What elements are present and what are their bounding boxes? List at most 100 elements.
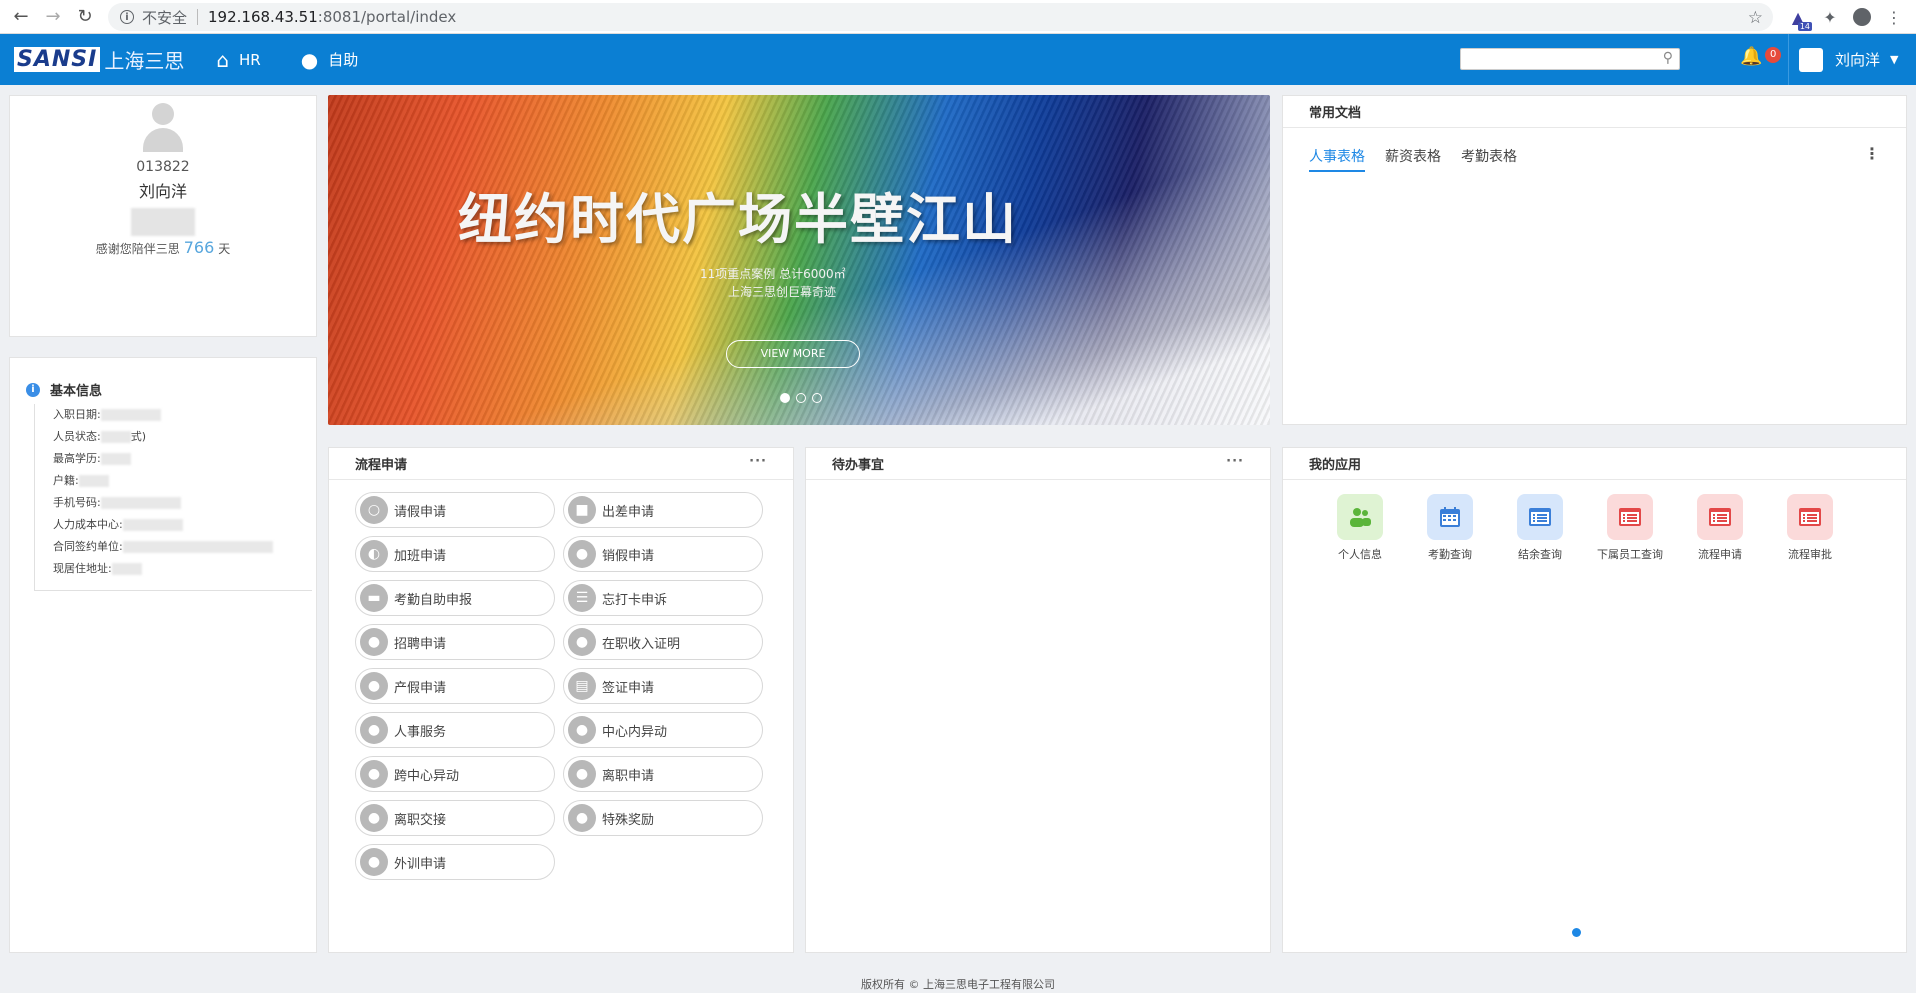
profile-icon[interactable] <box>1852 7 1872 27</box>
reload-icon[interactable]: ↻ <box>74 6 96 28</box>
employee-name: 刘向洋 <box>138 182 187 201</box>
process-card: 流程申请 ··· ○ 请假申请 ■ 出差申请 ◐ 加班申请 ● 销假申请 ▬ 考勤自助申报… <box>328 447 794 953</box>
carousel-dot[interactable] <box>796 393 806 403</box>
process-label: 考勤自助申报 <box>394 592 473 608</box>
process-visa[interactable]: ▤ 签证申请 <box>563 668 763 704</box>
avatar-placeholder-icon <box>140 103 186 153</box>
menu-kebab-icon[interactable]: ⋮ <box>1884 7 1904 27</box>
hero-banner[interactable]: 纽约时代广场半壁江山 11项重点案例 总计6000㎡ 上海三思创巨幕奇迹 VIE… <box>328 95 1270 425</box>
tenure-unit: 天 <box>218 242 231 256</box>
more-horizontal-icon[interactable]: ··· <box>749 454 767 469</box>
footer-copyright: 版权所有 © 上海三思电子工程有限公司 <box>861 978 1055 991</box>
person-icon: ● <box>568 804 596 832</box>
bell-icon[interactable]: 🔔 <box>1740 46 1762 67</box>
search-icon[interactable]: ⚲ <box>1663 50 1673 66</box>
app-subordinate-query[interactable]: 下属员工查询 <box>1593 494 1667 562</box>
process-business-trip[interactable]: ■ 出差申请 <box>563 492 763 528</box>
process-handover[interactable]: ● 离职交接 <box>355 800 555 836</box>
forward-icon[interactable]: → <box>42 6 64 28</box>
list-icon <box>1787 494 1833 540</box>
basic-info-list: 入职日期: 人员状态: 式) 最高学历: 户籍: 手机号码: 人力成本中心: 合同… <box>34 404 312 591</box>
process-maternity[interactable]: ● 产假申请 <box>355 668 555 704</box>
person-icon: ● <box>360 804 388 832</box>
tenure-days: 766 <box>183 238 215 257</box>
back-icon[interactable]: ← <box>10 6 32 28</box>
person-icon: ● <box>360 628 388 656</box>
puzzle-icon[interactable]: ✦ <box>1820 7 1840 27</box>
basic-info-title: i 基本信息 <box>26 380 102 399</box>
chevron-down-icon: ▼ <box>1890 53 1899 66</box>
process-attendance-report[interactable]: ▬ 考勤自助申报 <box>355 580 555 616</box>
pagination-dot[interactable] <box>1572 928 1581 937</box>
banner-headline: 纽约时代广场半壁江山 <box>458 188 1018 251</box>
app-label: 考勤查询 <box>1428 548 1472 561</box>
process-label: 请假申请 <box>394 504 447 520</box>
todo-header: 待办事宜 ··· <box>806 448 1270 480</box>
info-label: 入职日期: <box>53 408 101 421</box>
app-process-approve[interactable]: 流程审批 <box>1773 494 1847 562</box>
tab-salary-forms[interactable]: 薪资表格 <box>1385 146 1441 172</box>
more-horizontal-icon[interactable]: ··· <box>1226 454 1244 469</box>
extension-cap-icon[interactable]: ▲ 14 <box>1788 7 1812 31</box>
document-icon: ▤ <box>568 672 596 700</box>
app-list: 个人信息 考勤查询 结余查询 下属员工查询 流程申请 流程审批 <box>1323 494 1847 562</box>
person-icon: ● <box>568 716 596 744</box>
info-label: 人力成本中心: <box>53 518 123 531</box>
user-icon: ● <box>300 47 319 72</box>
employee-id: 013822 <box>136 159 190 175</box>
info-row-hukou: 户籍: <box>53 470 312 492</box>
process-label: 中心内异动 <box>602 724 668 740</box>
nav-hr[interactable]: ⌂ HR <box>216 48 260 72</box>
app-attendance-query[interactable]: 考勤查询 <box>1413 494 1487 562</box>
tab-attendance-forms[interactable]: 考勤表格 <box>1461 146 1517 172</box>
tenure-prefix: 感谢您陪伴三思 <box>95 242 180 256</box>
nav-self-service[interactable]: ● 自助 <box>301 48 358 72</box>
person-icon: ● <box>360 760 388 788</box>
process-hr-service[interactable]: ● 人事服务 <box>355 712 555 748</box>
process-special-reward[interactable]: ● 特殊奖励 <box>563 800 763 836</box>
list-icon <box>1607 494 1653 540</box>
process-label: 加班申请 <box>394 548 447 564</box>
redacted-value <box>100 431 131 443</box>
app-balance-query[interactable]: 结余查询 <box>1503 494 1577 562</box>
insecure-label: 不安全 <box>142 8 188 27</box>
person-icon: ● <box>360 848 388 876</box>
process-cross-center-transfer[interactable]: ● 跨中心异动 <box>355 756 555 792</box>
banner-subtitle: 11项重点案例 总计6000㎡ <box>700 267 846 281</box>
bookmark-star-icon[interactable]: ☆ <box>1748 8 1763 28</box>
nav-self-service-label: 自助 <box>328 51 359 69</box>
process-title: 流程申请 <box>355 458 408 473</box>
user-menu[interactable]: 刘向洋 ▼ <box>1788 34 1916 85</box>
home-icon: ⌂ <box>216 47 230 72</box>
process-recruitment[interactable]: ● 招聘申请 <box>355 624 555 660</box>
search-input[interactable]: ⚲ <box>1460 48 1680 70</box>
more-vertical-icon[interactable]: ⋮ <box>1864 144 1880 163</box>
process-label: 特殊奖励 <box>602 812 655 828</box>
process-resignation[interactable]: ● 离职申请 <box>563 756 763 792</box>
info-label: 现居住地址: <box>53 562 112 575</box>
redacted-value <box>100 453 131 465</box>
process-external-training[interactable]: ● 外训申请 <box>355 844 555 880</box>
nav-hr-label: HR <box>239 50 261 69</box>
process-label: 忘打卡申诉 <box>602 592 668 608</box>
carousel-dot[interactable] <box>780 393 790 403</box>
app-personal-info[interactable]: 个人信息 <box>1323 494 1397 562</box>
address-bar[interactable]: i 不安全 192.168.43.51:8081/portal/index ☆ <box>108 3 1773 31</box>
tab-hr-forms[interactable]: 人事表格 <box>1309 146 1365 172</box>
app-process-apply[interactable]: 流程申请 <box>1683 494 1757 562</box>
process-overtime[interactable]: ◐ 加班申请 <box>355 536 555 572</box>
process-cancel-leave[interactable]: ● 销假申请 <box>563 536 763 572</box>
view-more-button[interactable]: VIEW MORE <box>726 340 860 368</box>
process-label: 在职收入证明 <box>602 636 681 652</box>
process-missed-punch[interactable]: ☰ 忘打卡申诉 <box>563 580 763 616</box>
carousel-dot[interactable] <box>812 393 822 403</box>
info-icon[interactable]: i <box>120 10 134 24</box>
process-label: 产假申请 <box>394 680 447 696</box>
tenure-line: 感谢您陪伴三思 766 天 <box>10 238 316 257</box>
logo[interactable]: SANSI 上海三思 <box>14 45 184 75</box>
url-host: 192.168.43.51 <box>208 8 318 26</box>
process-internal-transfer[interactable]: ● 中心内异动 <box>563 712 763 748</box>
process-income-proof[interactable]: ● 在职收入证明 <box>563 624 763 660</box>
profile-card: 013822 刘向洋 感谢您陪伴三思 766 天 <box>9 95 317 337</box>
process-leave[interactable]: ○ 请假申请 <box>355 492 555 528</box>
